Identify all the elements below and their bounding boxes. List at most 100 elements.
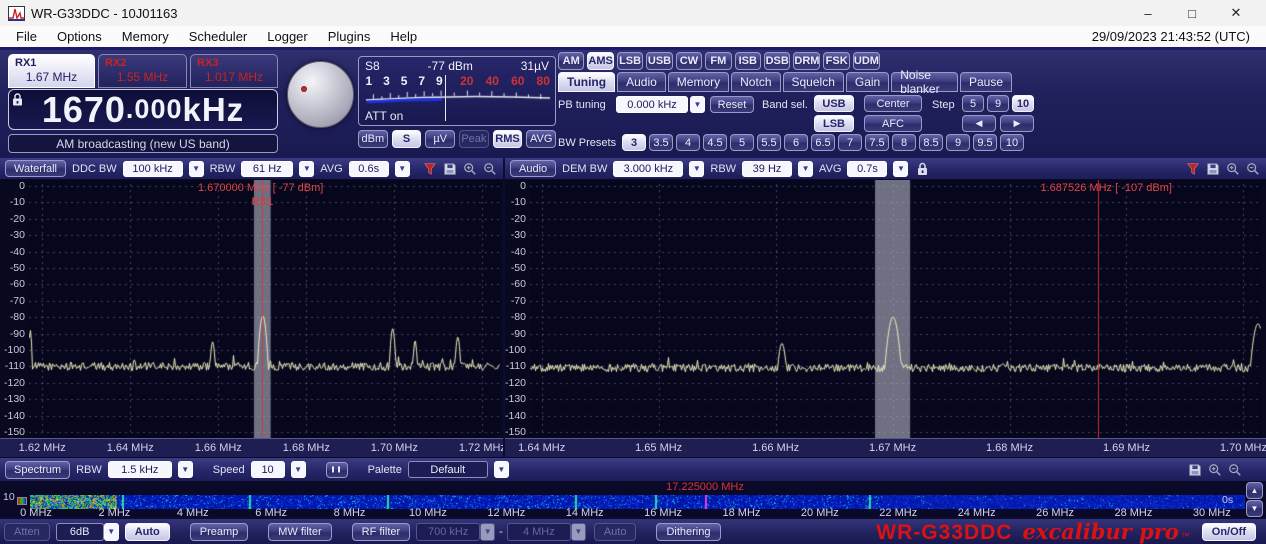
mode-button[interactable]: ISB [734, 52, 761, 70]
mode-button[interactable]: UDM [852, 52, 880, 70]
menu-item[interactable]: File [6, 27, 47, 46]
bw-preset-button[interactable]: 7 [838, 134, 862, 151]
menu-item[interactable]: Scheduler [179, 27, 258, 46]
atten-value[interactable]: 6dB [55, 522, 104, 541]
receiver-tab[interactable]: RX2 1.55 MHz [98, 54, 187, 88]
scroll-down-button[interactable]: ▼ [1246, 500, 1263, 517]
ddc-bw-dropdown[interactable]: ▼ [188, 160, 204, 177]
smeter-unit-button[interactable]: AVG [526, 130, 557, 148]
ddc-avg-value[interactable]: 0.6s [348, 160, 389, 177]
rf-filter-from-dropdown[interactable]: ▼ [480, 522, 496, 541]
mw-filter-button[interactable]: MW filter [268, 522, 332, 541]
menu-item[interactable]: Memory [112, 27, 179, 46]
audio-tab[interactable]: Audio [510, 160, 557, 177]
scroll-up-button[interactable]: ▲ [1246, 482, 1263, 499]
maximize-button[interactable]: □ [1170, 0, 1214, 26]
dem-bw-dropdown[interactable]: ▼ [689, 160, 705, 177]
step-button[interactable]: 5 [962, 95, 984, 112]
audio-rbw-dropdown[interactable]: ▼ [798, 160, 814, 177]
bw-preset-button[interactable]: 9.5 [973, 134, 997, 151]
bw-preset-button[interactable]: 5.5 [757, 134, 781, 151]
pb-tuning-dropdown[interactable]: ▼ [690, 96, 705, 113]
onoff-button[interactable]: On/Off [1201, 522, 1256, 541]
bw-preset-button[interactable]: 10 [1000, 134, 1024, 151]
band-lsb-button[interactable]: LSB [814, 115, 854, 132]
receiver-tab[interactable]: RX1 1.67 MHz [8, 54, 95, 88]
smeter-unit-button[interactable]: µV [425, 130, 456, 148]
receiver-tab[interactable]: RX3 1.017 MHz [190, 54, 278, 88]
pb-reset-button[interactable]: Reset [710, 96, 754, 113]
waterfall-tab[interactable]: Waterfall [5, 160, 66, 177]
bw-preset-button[interactable]: 8 [892, 134, 916, 151]
rf-filter-to-dropdown[interactable]: ▼ [570, 522, 586, 541]
rf-filter-to[interactable]: 4 MHz [506, 522, 571, 541]
zoom-out-icon[interactable] [1244, 160, 1261, 177]
wideband-rbw-value[interactable]: 1.5 kHz [107, 461, 172, 478]
wideband-rbw-dropdown[interactable]: ▼ [177, 461, 193, 478]
bw-preset-button[interactable]: 4 [676, 134, 700, 151]
mode-button[interactable]: LSB [616, 52, 644, 70]
bw-preset-button[interactable]: 6.5 [811, 134, 835, 151]
zoom-out-icon[interactable] [481, 160, 498, 177]
mode-button[interactable]: AM [558, 52, 585, 70]
palette-dropdown[interactable]: ▼ [493, 461, 509, 478]
menu-item[interactable]: Options [47, 27, 112, 46]
bw-preset-button[interactable]: 6 [784, 134, 808, 151]
audio-rbw-value[interactable]: 39 Hz [742, 160, 793, 177]
demod-tab[interactable]: Squelch [782, 72, 844, 92]
band-usb-button[interactable]: USB [814, 95, 854, 112]
smeter-unit-button[interactable]: dBm [358, 130, 388, 148]
bw-preset-button[interactable]: 8.5 [919, 134, 943, 151]
step-button[interactable]: 9 [987, 95, 1009, 112]
audio-spectrum-plot[interactable]: 1.687526 MHz [ -107 dBm] [530, 180, 1261, 438]
preamp-button[interactable]: Preamp [189, 522, 249, 541]
dem-bw-value[interactable]: 3.000 kHz [613, 160, 684, 177]
bw-preset-button[interactable]: 7.5 [865, 134, 889, 151]
ddc-rbw-dropdown[interactable]: ▼ [299, 160, 315, 177]
audio-spectrum-canvas[interactable] [530, 180, 1261, 438]
demod-tab[interactable]: Audio [617, 72, 666, 92]
save-icon[interactable] [441, 160, 458, 177]
minimize-button[interactable]: – [1126, 0, 1170, 26]
smeter-unit-button[interactable]: Peak [459, 130, 489, 148]
ddc-avg-dropdown[interactable]: ▼ [394, 160, 410, 177]
frequency-display[interactable]: 1670.000 kHz [8, 89, 278, 130]
step-up-button[interactable]: ▶ [1000, 115, 1034, 132]
demod-tab[interactable]: Tuning [558, 72, 616, 92]
ddc-rbw-value[interactable]: 61 Hz [241, 160, 294, 177]
bw-preset-button[interactable]: 3.5 [649, 134, 673, 151]
afc-button[interactable]: AFC [864, 115, 922, 132]
bw-preset-button[interactable]: 3 [622, 134, 646, 151]
audio-avg-value[interactable]: 0.7s [847, 160, 888, 177]
ddc-spectrum-canvas[interactable] [29, 180, 500, 438]
smeter-unit-button[interactable]: RMS [492, 130, 523, 148]
rf-filter-auto-button[interactable]: Auto [593, 522, 637, 541]
bw-preset-button[interactable]: 4.5 [703, 134, 727, 151]
zoom-out-icon[interactable] [1226, 461, 1243, 478]
mode-button[interactable]: USB [646, 52, 673, 70]
audio-avg-dropdown[interactable]: ▼ [893, 160, 909, 177]
step-down-button[interactable]: ◀ [962, 115, 996, 132]
rf-filter-from[interactable]: 700 kHz [416, 522, 481, 541]
save-icon[interactable] [1204, 160, 1221, 177]
save-icon[interactable] [1186, 461, 1203, 478]
speed-value[interactable]: 10 [250, 461, 285, 478]
lock-icon[interactable] [12, 93, 23, 106]
atten-button[interactable]: Atten [4, 522, 50, 541]
ddc-bw-value[interactable]: 100 kHz [122, 160, 183, 177]
menu-item[interactable]: Plugins [318, 27, 381, 46]
mode-button[interactable]: FSK [823, 52, 850, 70]
demod-tab[interactable]: Gain [845, 72, 890, 92]
filter-funnel-icon[interactable] [421, 160, 438, 177]
zoom-in-icon[interactable] [1224, 160, 1241, 177]
spectrum-tab[interactable]: Spectrum [5, 460, 71, 479]
bw-lock-icon[interactable] [914, 160, 931, 177]
smeter-unit-button[interactable]: S [391, 130, 422, 148]
pause-waterfall-button[interactable]: ❚❚ [325, 461, 348, 478]
filter-funnel-icon[interactable] [1184, 160, 1201, 177]
ddc-spectrum-plot[interactable]: 1.670000 MHz [ -77 dBm] RX1 [29, 180, 500, 438]
bw-preset-button[interactable]: 5 [730, 134, 754, 151]
bw-preset-button[interactable]: 9 [946, 134, 970, 151]
tuning-knob[interactable] [287, 61, 354, 128]
dithering-button[interactable]: Dithering [656, 522, 721, 541]
